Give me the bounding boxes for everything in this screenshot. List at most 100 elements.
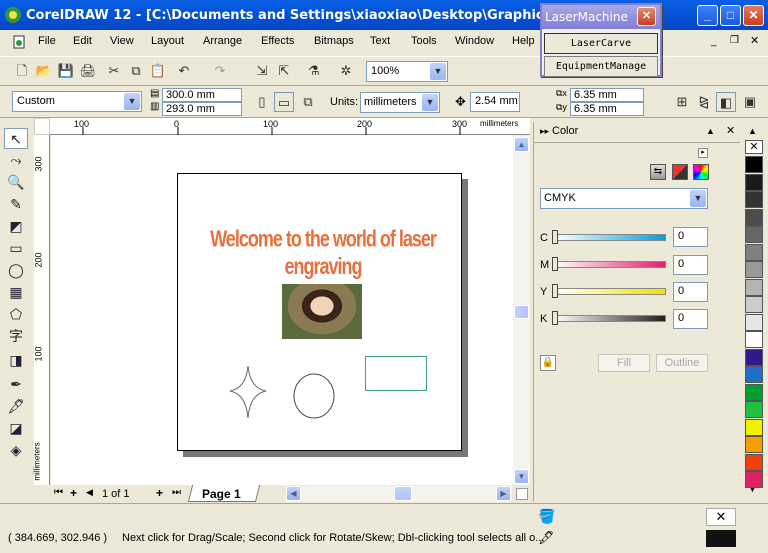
portrait-bitmap[interactable]: [282, 284, 362, 339]
color-swatch[interactable]: [745, 471, 763, 488]
menu-bitmaps[interactable]: Bitmaps: [314, 35, 354, 47]
rectangle-shape[interactable]: [365, 356, 427, 391]
menu-layout[interactable]: Layout: [151, 35, 184, 47]
paper-type-select[interactable]: Custom ▼: [12, 91, 142, 112]
nudge-distance-field[interactable]: 2.54 mm: [470, 92, 520, 112]
pick-tool-icon[interactable]: ↖: [4, 128, 28, 149]
basic-shapes-tool-icon[interactable]: ⬠: [4, 304, 28, 325]
color-swatch[interactable]: [745, 313, 763, 331]
ellipse-shape[interactable]: [292, 372, 336, 420]
menu-help[interactable]: Help: [512, 35, 535, 47]
menu-text[interactable]: Text: [370, 35, 390, 47]
units-select[interactable]: millimeters ▼: [360, 92, 440, 113]
color-palettes-icon[interactable]: [693, 164, 709, 180]
color-swatch[interactable]: [745, 418, 763, 436]
color-swatch[interactable]: [745, 383, 763, 401]
docker-roll-up-icon[interactable]: ▲: [706, 126, 715, 136]
yellow-slider[interactable]: [554, 288, 666, 295]
add-page-after-icon[interactable]: +: [156, 486, 163, 500]
new-icon[interactable]: 🗋: [12, 61, 32, 81]
laser-close-button[interactable]: ✕: [637, 7, 656, 26]
drawing-canvas[interactable]: Welcome to the world of laser engraving: [51, 135, 513, 485]
cyan-slider[interactable]: [554, 234, 666, 241]
scroll-right-icon[interactable]: ▶: [496, 486, 511, 501]
horizontal-scrollbar[interactable]: ◀ ▶: [286, 486, 512, 502]
cyan-slider-thumb[interactable]: [552, 230, 558, 244]
color-swatch[interactable]: [745, 208, 763, 226]
export-icon[interactable]: ⇱: [274, 61, 294, 81]
ellipse-tool-icon[interactable]: ◯: [4, 260, 28, 281]
menu-effects[interactable]: Effects: [261, 35, 294, 47]
copy-icon[interactable]: ⧉: [126, 61, 146, 81]
view-navigator-icon[interactable]: [516, 488, 528, 500]
color-swatch[interactable]: [745, 453, 763, 471]
color-viewer-icon[interactable]: [672, 164, 688, 180]
smart-fill-tool-icon[interactable]: ◩: [4, 216, 28, 237]
undo-icon[interactable]: ↶: [174, 61, 194, 81]
shape-tool-icon[interactable]: ⤳: [4, 150, 28, 171]
outline-button[interactable]: Outline: [656, 354, 708, 372]
docker-close-icon[interactable]: ✕: [726, 124, 735, 137]
first-page-icon[interactable]: ⏮: [54, 487, 63, 498]
scroll-up-icon[interactable]: ▲: [514, 137, 529, 152]
add-page-before-icon[interactable]: +: [70, 486, 77, 500]
snap-icon[interactable]: ⧎: [694, 92, 714, 112]
color-swatch[interactable]: [745, 348, 763, 366]
doc-restore-icon[interactable]: ❐: [730, 35, 739, 46]
minimize-button[interactable]: _: [697, 5, 718, 26]
color-swatch[interactable]: [745, 191, 763, 208]
paste-icon[interactable]: 📋: [148, 61, 168, 81]
zoom-tool-icon[interactable]: 🔍: [4, 172, 28, 193]
color-swatch[interactable]: [745, 401, 763, 418]
corel-online-icon[interactable]: ✲: [336, 61, 356, 81]
cut-icon[interactable]: ✂: [104, 61, 124, 81]
menu-window[interactable]: Window: [455, 35, 494, 47]
black-value-field[interactable]: 0: [673, 309, 708, 329]
grid-toggle-icon[interactable]: ⊞: [672, 92, 692, 112]
menu-view[interactable]: View: [110, 35, 134, 47]
menu-tools[interactable]: Tools: [411, 35, 437, 47]
redo-icon[interactable]: ↷: [210, 61, 230, 81]
color-swatch[interactable]: [745, 261, 763, 278]
outline-tool-icon[interactable]: 🖋: [4, 396, 28, 417]
paper-width-field[interactable]: 300.0 mm: [162, 88, 242, 102]
treat-as-filled-icon[interactable]: ◧: [716, 92, 736, 112]
laser-carve-button[interactable]: LaserCarve: [544, 33, 658, 54]
interactive-tool-icon[interactable]: ◨: [4, 350, 28, 371]
color-swatch[interactable]: [745, 173, 763, 191]
duplicate-y-field[interactable]: 6.35 mm: [570, 102, 644, 116]
menu-file[interactable]: File: [38, 35, 56, 47]
save-icon[interactable]: 💾: [56, 61, 76, 81]
color-swatch[interactable]: [745, 243, 763, 261]
menu-edit[interactable]: Edit: [73, 35, 92, 47]
yellow-slider-thumb[interactable]: [552, 284, 558, 298]
color-sliders-icon[interactable]: ⇆: [650, 164, 666, 180]
paper-height-field[interactable]: 293.0 mm: [162, 102, 242, 116]
doc-close-icon[interactable]: ✕: [750, 34, 759, 47]
color-swatch[interactable]: [745, 331, 763, 348]
color-swatch[interactable]: [745, 278, 763, 296]
color-model-select[interactable]: CMYK ▼: [540, 188, 708, 209]
magenta-slider-thumb[interactable]: [552, 257, 558, 271]
close-button[interactable]: ✕: [743, 5, 764, 26]
black-slider[interactable]: [554, 315, 666, 322]
menu-arrange[interactable]: Arrange: [203, 35, 242, 47]
landscape-icon[interactable]: ▭: [274, 92, 294, 112]
welcome-text-object[interactable]: Welcome to the world of laser engraving: [208, 226, 438, 281]
eyedropper-tool-icon[interactable]: ✒: [4, 374, 28, 395]
maximize-button[interactable]: □: [720, 5, 741, 26]
cyan-value-field[interactable]: 0: [673, 227, 708, 247]
yellow-value-field[interactable]: 0: [673, 282, 708, 302]
app-launcher-icon[interactable]: ⚗: [304, 61, 324, 81]
graph-paper-tool-icon[interactable]: ▦: [4, 282, 28, 303]
print-icon[interactable]: 🖨: [78, 61, 98, 81]
magenta-slider[interactable]: [554, 261, 666, 268]
vertical-scroll-thumb[interactable]: [514, 305, 529, 319]
ruler-origin-icon[interactable]: [34, 118, 50, 135]
prev-page-icon[interactable]: ◀: [86, 487, 93, 498]
import-icon[interactable]: ⇲: [252, 61, 272, 81]
fill-tool-icon[interactable]: ◪: [4, 418, 28, 439]
star-shape[interactable]: [228, 364, 268, 420]
magenta-value-field[interactable]: 0: [673, 255, 708, 275]
all-pages-icon[interactable]: ⧉: [298, 92, 318, 112]
